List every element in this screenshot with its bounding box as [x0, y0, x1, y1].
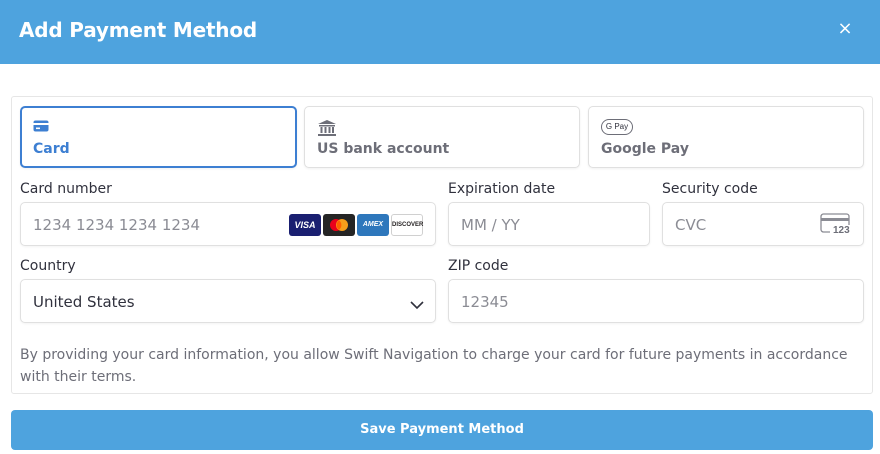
chevron-down-icon	[410, 297, 424, 315]
amex-icon: AMEX	[357, 214, 389, 236]
mastercard-icon	[323, 214, 355, 236]
security-code-input[interactable]: CVC 123	[662, 202, 864, 246]
terms-text: By providing your card information, you …	[20, 347, 848, 385]
close-icon[interactable]: ×	[834, 18, 856, 40]
card-number-placeholder: 1234 1234 1234 1234	[33, 216, 200, 234]
zip-code-input[interactable]: 12345	[448, 279, 864, 323]
tab-google-pay-label: Google Pay	[601, 141, 689, 157]
modal-title: Add Payment Method	[19, 18, 258, 42]
tab-card[interactable]: Card	[20, 106, 297, 168]
country-select[interactable]: United States	[20, 279, 436, 323]
cvc-icon: 123	[820, 213, 852, 237]
discover-icon: DISCOVER	[391, 214, 423, 236]
security-code-placeholder: CVC	[675, 216, 707, 234]
country-value: United States	[33, 293, 135, 311]
google-pay-icon-text: G Pay	[605, 122, 629, 131]
tab-us-bank-account-label: US bank account	[317, 141, 450, 157]
cvc-icon-text: 123	[833, 225, 850, 236]
country-label: Country	[20, 258, 76, 274]
card-number-input[interactable]: 1234 1234 1234 1234 VISA AMEX DISCOVER	[20, 202, 436, 246]
tab-us-bank-account[interactable]: US bank account	[304, 106, 580, 168]
expiration-date-input[interactable]: MM / YY	[448, 202, 650, 246]
save-payment-method-button[interactable]: Save Payment Method	[11, 410, 873, 450]
bank-icon	[317, 119, 337, 142]
expiration-date-placeholder: MM / YY	[461, 216, 520, 234]
credit-card-icon	[33, 119, 49, 137]
zip-code-placeholder: 12345	[461, 293, 509, 311]
tab-card-label: Card	[33, 141, 70, 157]
google-pay-icon: G Pay	[601, 119, 633, 135]
tab-google-pay[interactable]: G Pay Google Pay	[588, 106, 864, 168]
visa-icon: VISA	[289, 214, 321, 236]
zip-code-label: ZIP code	[448, 258, 509, 274]
modal-header: Add Payment Method ×	[0, 0, 880, 64]
card-number-label: Card number	[20, 181, 112, 197]
security-code-label: Security code	[662, 181, 758, 197]
expiration-date-label: Expiration date	[448, 181, 556, 197]
